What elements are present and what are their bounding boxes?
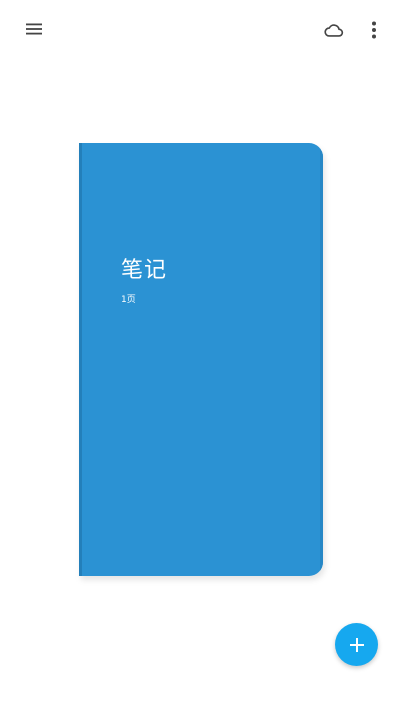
notebook-cover[interactable]: 笔记 1页	[79, 143, 323, 576]
plus-icon	[349, 637, 364, 652]
more-vertical-icon	[372, 21, 376, 39]
notebook-shelf-screen: 笔记 1页	[0, 0, 404, 720]
cloud-sync-button[interactable]	[314, 10, 354, 50]
more-options-button[interactable]	[354, 10, 394, 50]
cloud-sync-icon	[324, 24, 344, 37]
notebook-title: 笔记	[121, 258, 168, 283]
add-notebook-button[interactable]	[335, 623, 378, 666]
notebook-page-count: 1页	[121, 295, 136, 305]
menu-button[interactable]	[14, 9, 54, 49]
notebook-card[interactable]: 笔记 1页	[79, 143, 325, 580]
top-app-bar	[0, 0, 404, 60]
notebook-edge	[320, 143, 323, 576]
hamburger-menu-icon	[26, 23, 42, 35]
notebook-spine	[79, 143, 82, 576]
